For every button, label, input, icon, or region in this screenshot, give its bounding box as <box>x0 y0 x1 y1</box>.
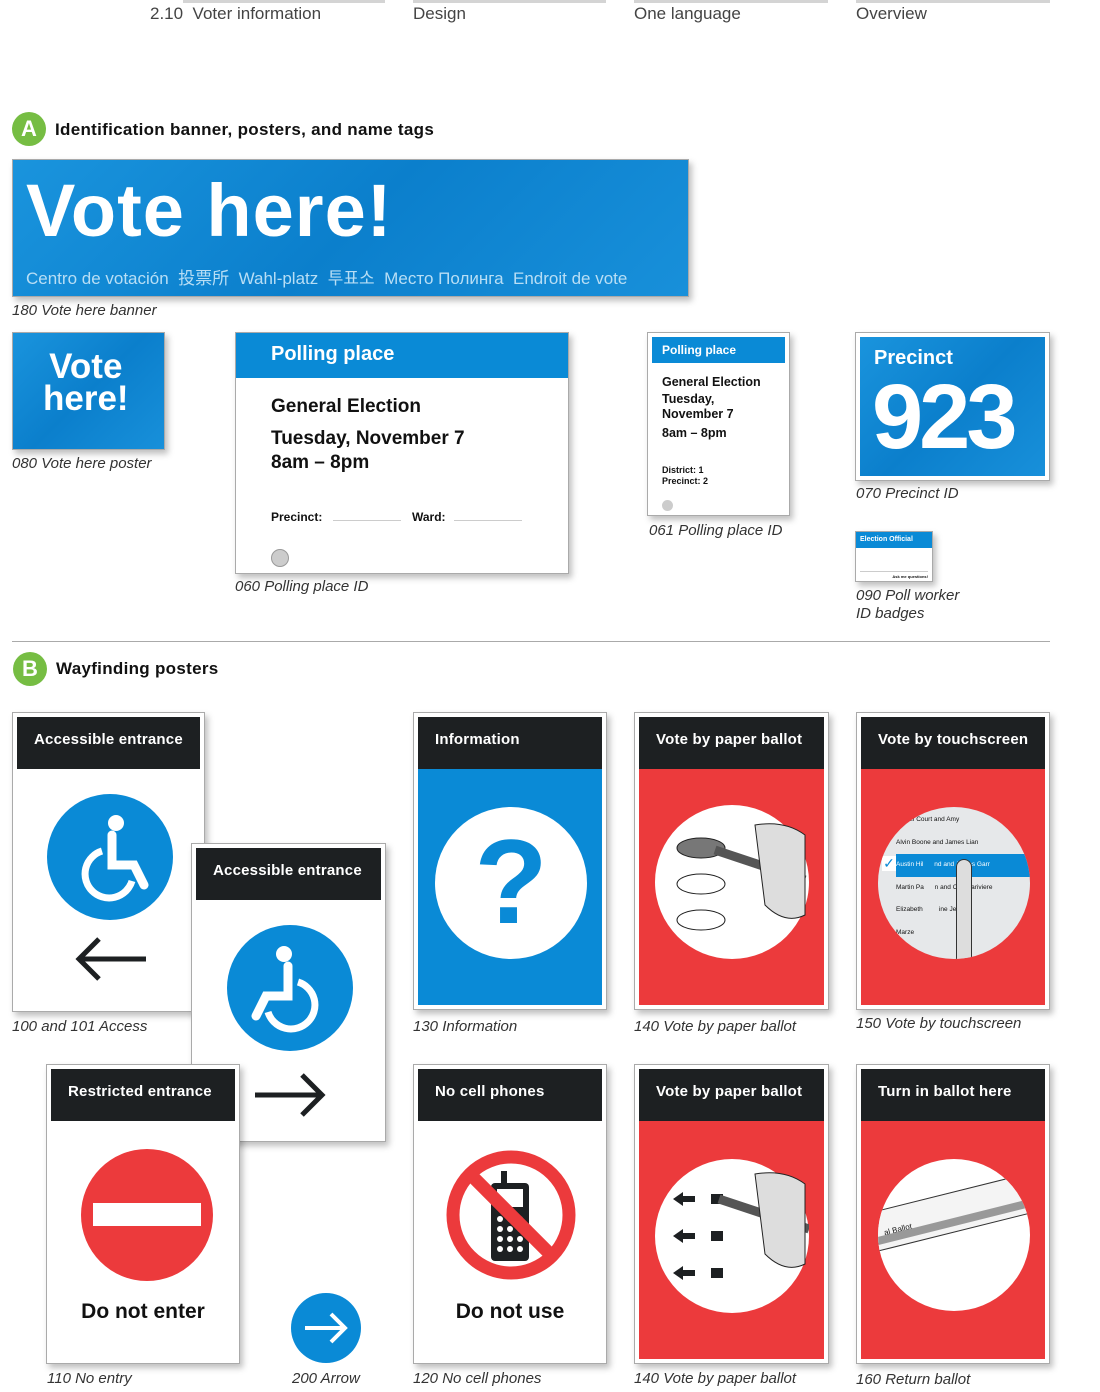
header-section: 2.10 Voter information <box>150 0 385 24</box>
caption-061: 061 Polling place ID <box>649 522 783 539</box>
badge-footer: Ask me questions! <box>892 574 928 579</box>
poster-title: Restricted entrance <box>51 1069 235 1121</box>
nav-overview[interactable]: Overview <box>856 0 1050 24</box>
poster-140-paper-ballot-arrows: Vote by paper ballot <box>634 1064 829 1364</box>
precinct-number: 923 <box>872 366 1017 468</box>
caption-180: 180 Vote here banner <box>12 302 157 319</box>
caption-130: 130 Information <box>413 1018 518 1035</box>
candidate: Alvin Boone and James Lian <box>896 838 979 846</box>
poster-title: Turn in ballot here <box>861 1069 1045 1121</box>
nav-label: Design <box>413 4 466 23</box>
poster-title: Vote by touchscreen <box>861 717 1045 769</box>
arrow-left-icon <box>75 937 146 981</box>
poster-title: Accessible entrance <box>196 848 381 900</box>
poster-140-paper-ballot: Vote by paper ballot <box>634 712 829 1010</box>
seal-icon <box>662 500 673 511</box>
poster-110-no-entry: Restricted entrance Do not enter <box>46 1064 240 1364</box>
candidate: Daniel Court and Amy <box>896 816 960 823</box>
date-line-1: Tuesday, <box>662 392 715 406</box>
poll-worker-badge: Election Official Ask me questions! <box>855 531 933 582</box>
poster-text-2: here! <box>43 379 129 418</box>
caption-110: 110 No entry <box>47 1370 132 1387</box>
nav-design[interactable]: Design <box>413 0 606 24</box>
poster-title: Vote by paper ballot <box>639 1069 824 1121</box>
poster-title: Vote by paper ballot <box>639 717 824 769</box>
section-a-badge: A <box>12 112 46 146</box>
precinct-id-070: Precinct 923 <box>855 332 1050 481</box>
caption-100: 100 and 101 Access <box>12 1018 148 1035</box>
election-name: General Election <box>271 396 421 417</box>
checkmark-icon: ✓ <box>882 855 896 871</box>
wheelchair-icon <box>47 794 173 920</box>
poster-100-accessible-left: Accessible entrance <box>12 712 205 1012</box>
section-divider <box>12 641 1050 642</box>
poster-130-information: Information ? <box>413 712 607 1010</box>
nav-label: Overview <box>856 4 927 23</box>
section-b-badge: B <box>13 652 47 686</box>
caption-140a: 140 Vote by paper ballot <box>634 1018 797 1035</box>
arrow-right-circle-icon <box>291 1293 361 1363</box>
paper-ballot-connect-arrow-icon <box>655 1159 809 1313</box>
vote-here-banner: Vote here! Centro de votación 投票所 Wahl-p… <box>12 159 689 297</box>
poster-120-no-cell-phones: No cell phones Do not use <box>413 1064 607 1364</box>
poster-title: Accessible entrance <box>17 717 200 769</box>
caption-070: 070 Precinct ID <box>856 485 959 502</box>
wheelchair-icon <box>227 925 353 1051</box>
caption-120: 120 No cell phones <box>413 1370 542 1387</box>
paper-ballot-pen-icon <box>655 805 809 959</box>
question-mark-icon: ? <box>435 807 587 959</box>
polling-place-id-060: Polling place General Election Tuesday, … <box>235 332 569 574</box>
caption-090-1: 090 Poll worker <box>856 587 960 604</box>
poster-title: Information <box>418 717 602 769</box>
district: District: 1 <box>662 465 704 475</box>
polling-header: Polling place <box>271 343 395 365</box>
caption-160: 160 Return ballot <box>856 1371 971 1388</box>
election-date: Tuesday, November 7 <box>271 428 465 449</box>
ballot-box-icon: al Ballot <box>878 1159 1030 1311</box>
caption-080: 080 Vote here poster <box>12 455 152 472</box>
section-a-title: Identification banner, posters, and name… <box>55 120 435 139</box>
election-hours: 8am – 8pm <box>271 452 370 473</box>
election-hours: 8am – 8pm <box>662 426 727 440</box>
nav-label: One language <box>634 4 741 23</box>
polling-header: Polling place <box>662 343 737 357</box>
caption-200: 200 Arrow <box>292 1370 360 1387</box>
precinct-label: Precinct: <box>271 510 323 524</box>
poster-message: Do not use <box>455 1300 565 1323</box>
poster-150-touchscreen: Vote by touchscreen Daniel Court and Amy… <box>856 712 1050 1010</box>
touchscreen-ballot-icon: Daniel Court and Amy Alvin Boone and Jam… <box>878 807 1030 959</box>
section-b-title: Wayfinding posters <box>56 659 219 678</box>
caption-060: 060 Polling place ID <box>235 578 369 595</box>
poster-title: No cell phones <box>418 1069 602 1121</box>
caption-140b: 140 Vote by paper ballot <box>634 1370 797 1387</box>
poster-160-return-ballot: Turn in ballot here al Ballot <box>856 1064 1050 1364</box>
caption-090-2: ID badges <box>856 605 925 622</box>
banner-languages: Centro de votación 投票所 Wahl-platz 투표소 Ме… <box>26 269 628 288</box>
nav-one-language[interactable]: One language <box>634 0 828 24</box>
ward-label: Ward: <box>412 510 446 524</box>
vote-here-poster: Vote here! <box>12 332 165 450</box>
caption-150: 150 Vote by touchscreen <box>856 1015 1022 1032</box>
seal-icon <box>271 549 289 567</box>
nav-voter-information[interactable]: Voter information <box>193 4 322 23</box>
election-name: General Election <box>662 375 761 389</box>
banner-headline: Vote here! <box>26 169 393 252</box>
date-line-2: November 7 <box>662 407 734 421</box>
finger-icon <box>956 859 972 959</box>
badge-header: Election Official <box>860 536 913 543</box>
precinct: Precinct: 2 <box>662 476 709 486</box>
poster-message: Do not enter <box>81 1300 205 1323</box>
arrow-right-icon <box>255 1073 326 1117</box>
no-cell-phone-icon <box>446 1150 576 1280</box>
section-number: 2.10 <box>150 4 184 23</box>
polling-place-id-061: Polling place General Election Tuesday, … <box>647 332 790 516</box>
no-entry-icon <box>81 1149 213 1281</box>
